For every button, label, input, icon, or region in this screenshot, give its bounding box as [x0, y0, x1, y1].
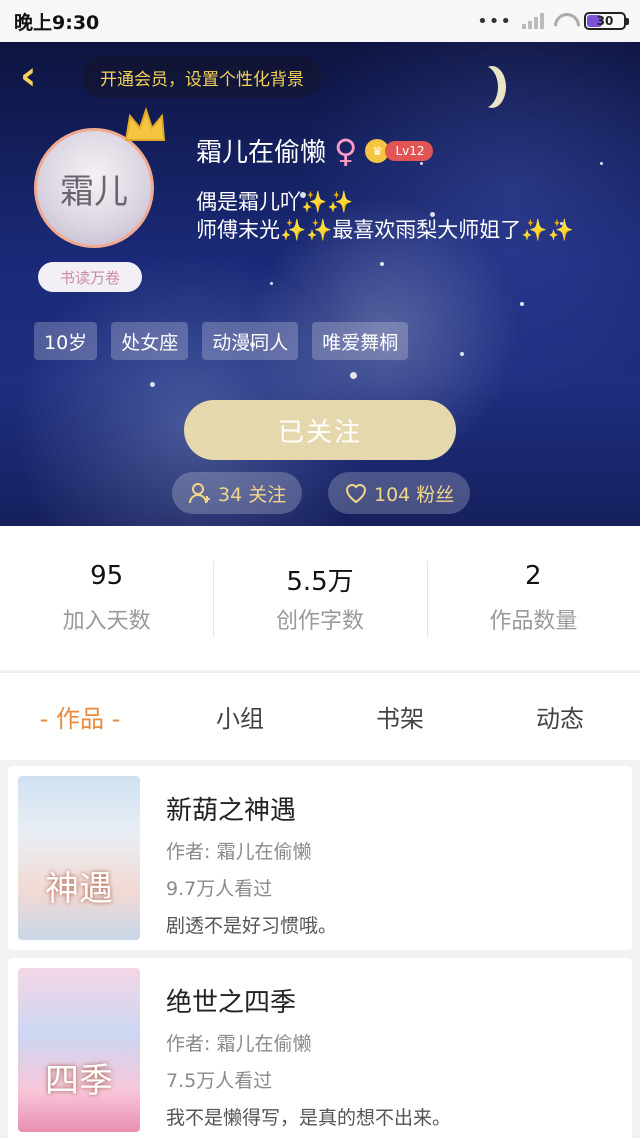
avatar[interactable]: 霜儿: [34, 106, 166, 248]
level-text: Lv12: [385, 140, 433, 161]
level-badge: ♛ Lv12: [365, 138, 433, 163]
stat-label: 加入天数: [62, 609, 151, 634]
stat-words: 5.5万 创作字数: [213, 561, 426, 637]
role-badge: 书读万卷: [38, 262, 143, 292]
tab-bookshelf[interactable]: 书架: [320, 699, 480, 734]
following-button[interactable]: 34 关注: [172, 472, 303, 514]
sparkle-icon: ✨: [547, 218, 574, 242]
work-views: 9.7万人看过: [166, 878, 273, 900]
vip-background-prompt[interactable]: 开通会员，设置个性化背景: [82, 56, 322, 98]
bio-text-2b: 最喜欢雨梨大师姐了: [332, 218, 522, 242]
stat-value: 5.5万: [286, 567, 354, 597]
tag-interest: 动漫同人: [202, 322, 299, 360]
stats-row: 95 加入天数 5.5万 创作字数 2 作品数量: [0, 526, 640, 670]
tab-bar: - 作品 - 小组 书架 动态: [0, 672, 640, 760]
works-list: 神遇 新葫之神遇 作者: 霜儿在偷懒 9.7万人看过 剧透不是好习惯哦。 四季 …: [8, 766, 632, 1138]
status-bar: 晚上9:30 ••• 30: [0, 0, 640, 42]
followers-count: 104 粉丝: [374, 483, 455, 506]
moon-icon: [470, 66, 498, 108]
tab-works[interactable]: - 作品 -: [0, 699, 160, 734]
avatar-image: 霜儿: [34, 128, 154, 248]
stat-label: 作品数量: [489, 609, 578, 634]
wifi-icon: [554, 13, 574, 29]
tag-favorite: 唯爱舞桐: [312, 322, 409, 360]
book-cover: 四季: [18, 968, 140, 1132]
signal-icon: [522, 13, 544, 29]
crown-icon: [124, 106, 166, 141]
bio: 偶是霜儿吖✨✨ 师傅末光✨✨最喜欢雨梨大师姐了✨✨: [196, 188, 574, 244]
tab-activity[interactable]: 动态: [480, 699, 640, 734]
username: 霜儿在偷懒: [196, 138, 327, 168]
bio-line-1: 偶是霜儿吖✨✨: [196, 188, 574, 216]
book-cover: 神遇: [18, 776, 140, 940]
work-author: 作者: 霜儿在偷懒: [166, 841, 312, 863]
stat-value: 95: [90, 561, 124, 591]
battery-icon: 30: [584, 12, 629, 30]
sparkle-icon: ✨: [306, 218, 333, 242]
work-info: 新葫之神遇 作者: 霜儿在偷懒 9.7万人看过 剧透不是好习惯哦。: [166, 776, 337, 940]
stat-days: 95 加入天数: [0, 561, 213, 635]
more-dots-icon: •••: [477, 10, 512, 32]
add-user-icon: [189, 483, 210, 504]
bio-text-2a: 师傅末光: [196, 218, 280, 242]
stat-value: 2: [525, 561, 542, 591]
status-time: 晚上9:30: [14, 11, 100, 34]
username-row: 霜儿在偷懒 ♀ ♛ Lv12: [196, 132, 433, 169]
back-icon[interactable]: ‹: [20, 56, 60, 96]
work-description: 我不是懒得写，是真的想不出来。: [166, 1107, 452, 1129]
list-item[interactable]: 神遇 新葫之神遇 作者: 霜儿在偷懒 9.7万人看过 剧透不是好习惯哦。: [8, 766, 632, 950]
bio-line-2: 师傅末光✨✨最喜欢雨梨大师姐了✨✨: [196, 216, 574, 244]
stat-label: 创作字数: [275, 609, 364, 634]
work-views: 7.5万人看过: [166, 1070, 273, 1092]
heart-icon: [345, 484, 367, 504]
work-title: 新葫之神遇: [166, 796, 297, 826]
status-icons: ••• 30: [477, 10, 629, 32]
cover-title: 四季: [45, 1061, 113, 1101]
work-info: 绝世之四季 作者: 霜儿在偷懒 7.5万人看过 我不是懒得写，是真的想不出来。: [166, 968, 451, 1132]
cover-title: 神遇: [45, 869, 113, 909]
following-count: 34 关注: [218, 483, 287, 506]
list-item[interactable]: 四季 绝世之四季 作者: 霜儿在偷懒 7.5万人看过 我不是懒得写，是真的想不出…: [8, 958, 632, 1138]
followed-button[interactable]: 已关注: [184, 400, 456, 460]
tab-groups[interactable]: 小组: [160, 699, 320, 734]
profile-header: ‹ 开通会员，设置个性化背景 霜儿 书读万卷 霜儿在偷懒 ♀ ♛ Lv12 偶是…: [0, 42, 640, 526]
followers-button[interactable]: 104 粉丝: [328, 472, 471, 514]
work-title: 绝世之四季: [166, 988, 297, 1018]
work-author: 作者: 霜儿在偷懒: [166, 1033, 312, 1055]
tag-age: 10岁: [34, 322, 98, 360]
tag-zodiac: 处女座: [111, 322, 189, 360]
sparkle-icon: ✨: [327, 190, 354, 214]
sparkle-icon: ✨: [521, 218, 548, 242]
battery-level: 30: [596, 14, 614, 28]
stat-works: 2 作品数量: [426, 561, 640, 637]
profile-tags: 10岁 处女座 动漫同人 唯爱舞桐: [34, 322, 409, 360]
work-description: 剧透不是好习惯哦。: [166, 915, 338, 937]
sparkle-icon: ✨: [280, 218, 307, 242]
avatar-text: 霜儿: [60, 171, 128, 212]
bio-text-1: 偶是霜儿吖: [196, 190, 301, 214]
sparkle-icon: ✨: [301, 190, 328, 214]
female-icon: ♀: [334, 131, 358, 170]
